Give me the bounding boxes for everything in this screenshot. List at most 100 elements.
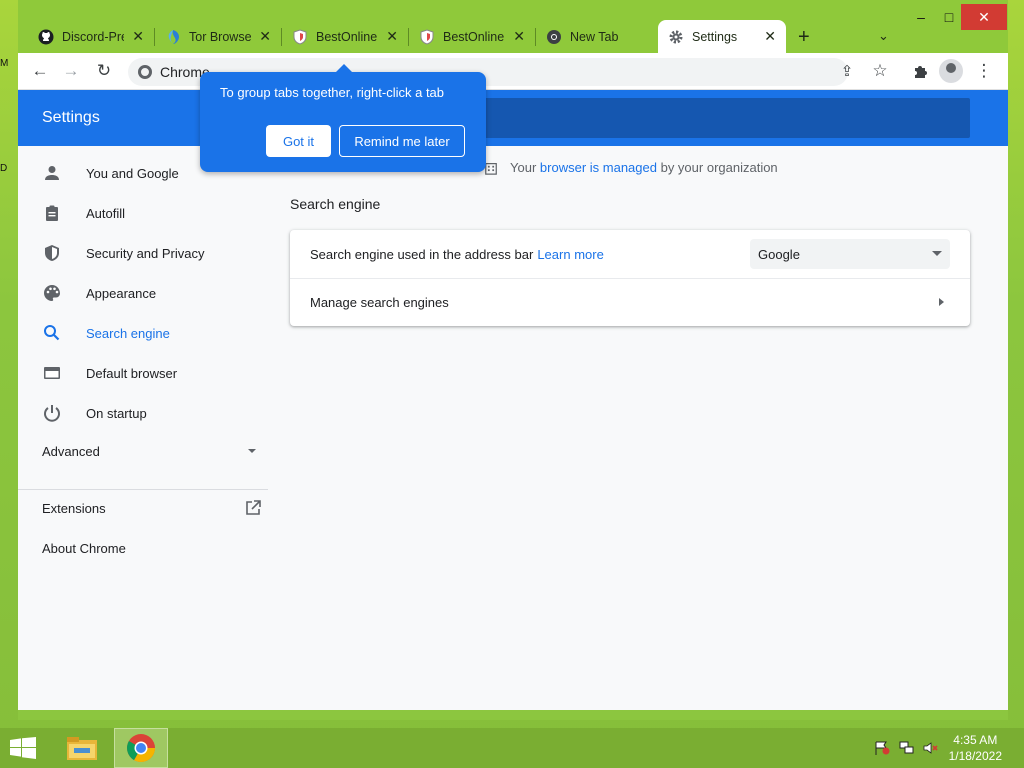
tab-settings[interactable]: Settings ✕	[658, 20, 786, 53]
clock-time: 4:35 AM	[953, 733, 998, 747]
action-center-flag-icon[interactable]	[874, 741, 890, 755]
sidebar-item-appearance[interactable]: Appearance	[18, 273, 273, 313]
sidebar-item-label: Autofill	[86, 205, 126, 221]
tab-title: Settings	[692, 29, 738, 44]
managed-link[interactable]: browser is managed	[540, 160, 657, 175]
clock-date: 1/18/2022	[948, 749, 1002, 763]
shield-icon	[292, 28, 308, 45]
sidebar-item-search-engine[interactable]: Search engine	[18, 313, 273, 353]
tab-title: BestOnline	[443, 29, 505, 44]
manage-search-engines-row[interactable]: Manage search engines	[290, 278, 970, 326]
reload-icon[interactable]: ↻	[93, 60, 115, 82]
maximize-button[interactable]: □	[939, 4, 959, 30]
github-icon	[38, 29, 54, 45]
tab-bestonline-1[interactable]: BestOnline ✕	[282, 20, 408, 53]
network-icon[interactable]	[899, 741, 915, 755]
clipboard-icon	[42, 203, 62, 223]
tab-search-chevron-icon[interactable]: ⌄	[878, 28, 889, 44]
tab-tor-browser[interactable]: Tor Browser ✕	[155, 20, 281, 53]
manage-search-engines-label: Manage search engines	[310, 295, 449, 310]
tab-title: Discord-Pre	[62, 29, 124, 44]
sidebar-divider	[18, 489, 268, 490]
extensions-puzzle-icon[interactable]	[909, 60, 931, 82]
sidebar-item-label: Default browser	[86, 365, 178, 381]
managed-prefix: Your	[510, 160, 537, 175]
chrome-chip-icon	[138, 65, 152, 79]
tab-strip: Discord-Pre ✕ Tor Browser ✕ BestOnline ✕	[18, 0, 1008, 53]
page-title: Settings	[42, 109, 100, 126]
got-it-button[interactable]: Got it	[266, 125, 331, 157]
tab-group-tip-bubble: To group tabs together, right-click a ta…	[200, 64, 486, 172]
managed-notice: Your browser is managed by your organiza…	[484, 160, 778, 175]
tab-close-icon[interactable]: ✕	[386, 28, 398, 45]
menu-kebab-icon[interactable]: ⋮	[973, 60, 995, 82]
advanced-label: Advanced	[42, 444, 100, 459]
tab-close-icon[interactable]: ✕	[132, 28, 144, 45]
tab-bestonline-2[interactable]: BestOnline ✕	[409, 20, 535, 53]
tor-icon	[165, 29, 181, 45]
volume-muted-icon[interactable]	[923, 741, 939, 755]
sidebar-about-chrome[interactable]: About Chrome	[42, 541, 126, 556]
browser-window: Discord-Pre ✕ Tor Browser ✕ BestOnline ✕	[18, 0, 1008, 720]
new-tab-plus-icon[interactable]: +	[798, 26, 810, 49]
external-link-icon	[246, 500, 261, 515]
windows-start-icon[interactable]	[8, 737, 38, 759]
tab-close-icon[interactable]: ✕	[513, 28, 525, 45]
power-icon	[42, 403, 62, 423]
search-engine-row: Search engine used in the address bar Le…	[290, 230, 970, 278]
sidebar-item-label: Appearance	[86, 285, 157, 301]
chrome-icon	[127, 734, 155, 762]
sidebar-advanced[interactable]: Advanced	[42, 444, 256, 459]
search-engine-select[interactable]: Google	[750, 239, 950, 269]
sidebar-item-security-privacy[interactable]: Security and Privacy	[18, 233, 273, 273]
profile-avatar[interactable]	[939, 59, 963, 83]
tab-title: Tor Browser	[189, 29, 251, 44]
settings-header: Settings	[18, 90, 1008, 146]
desktop-label-fragment: M	[0, 58, 9, 69]
tab-close-icon[interactable]: ✕	[764, 28, 776, 45]
palette-icon	[42, 283, 62, 303]
search-engine-label: Search engine used in the address bar	[310, 246, 534, 262]
share-icon[interactable]: ⇪	[836, 60, 858, 82]
taskbar: 4:35 AM 1/18/2022	[0, 728, 1024, 768]
back-arrow-icon[interactable]: ←	[29, 60, 51, 82]
file-explorer-taskbar-button[interactable]	[55, 728, 109, 768]
desktop-label-fragment: D	[0, 163, 8, 174]
sidebar-item-label: Security and Privacy	[86, 245, 205, 261]
tab-new-tab[interactable]: New Tab	[536, 20, 658, 53]
tab-discord[interactable]: Discord-Pre ✕	[28, 20, 154, 53]
learn-more-link[interactable]: Learn more	[537, 247, 603, 262]
sidebar-extensions[interactable]: Extensions	[42, 500, 261, 516]
sidebar-item-label: Search engine	[86, 325, 170, 341]
sidebar-item-autofill[interactable]: Autofill	[18, 193, 273, 233]
search-icon	[42, 323, 62, 343]
forward-arrow-icon[interactable]: →	[60, 60, 82, 82]
tab-title: BestOnline	[316, 29, 378, 44]
minimize-button[interactable]: –	[911, 4, 931, 30]
tab-title: New Tab	[570, 29, 619, 44]
chrome-taskbar-button[interactable]	[114, 728, 168, 768]
close-window-button[interactable]: ✕	[961, 4, 1007, 30]
browser-toolbar: ← → ↻ Chrome ⇪ ☆ ⋮	[18, 53, 1008, 90]
taskbar-clock[interactable]: 4:35 AM 1/18/2022	[949, 732, 1002, 764]
sidebar-item-label: You and Google	[86, 165, 179, 181]
search-engine-card: Search engine used in the address bar Le…	[290, 230, 970, 326]
remind-later-button[interactable]: Remind me later	[339, 125, 465, 157]
folder-icon	[67, 737, 97, 760]
bubble-text: To group tabs together, right-click a ta…	[220, 85, 445, 100]
managed-suffix: by your organization	[660, 160, 778, 175]
search-engine-select-value: Google	[758, 246, 800, 262]
sidebar-item-label: On startup	[86, 405, 147, 421]
extensions-label: Extensions	[42, 501, 106, 516]
chevron-right-icon	[939, 298, 944, 306]
tab-close-icon[interactable]: ✕	[259, 28, 271, 45]
bookmark-star-icon[interactable]: ☆	[869, 60, 891, 82]
sidebar-item-default-browser[interactable]: Default browser	[18, 353, 273, 393]
building-icon	[485, 162, 497, 175]
shield-icon	[42, 243, 62, 263]
section-title: Search engine	[290, 196, 381, 212]
advanced-caret-icon	[248, 449, 256, 453]
settings-search-input[interactable]	[470, 98, 970, 138]
sidebar-item-on-startup[interactable]: On startup	[18, 393, 273, 433]
person-icon	[42, 163, 62, 183]
